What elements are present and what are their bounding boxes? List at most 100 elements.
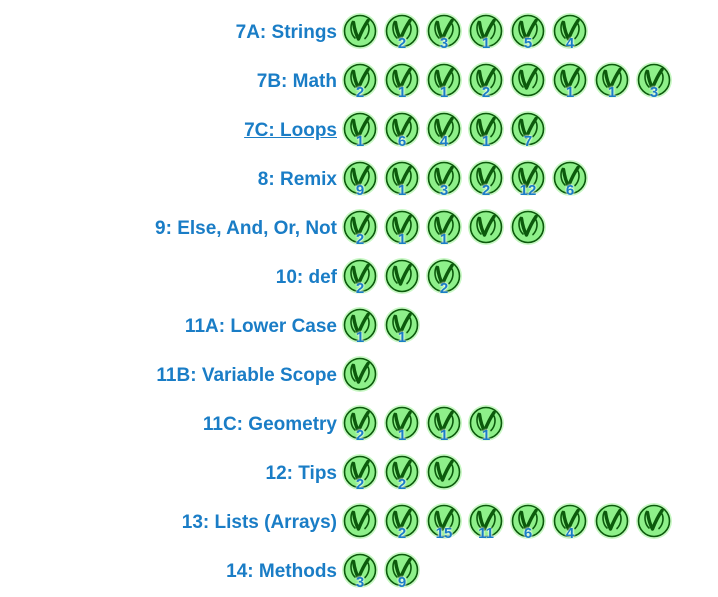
problem-badge[interactable] (341, 502, 379, 544)
lesson-title-link[interactable]: 8: Remix (258, 169, 337, 191)
lesson-title-link[interactable]: 7B: Math (257, 71, 337, 93)
problem-badge[interactable]: 6 (551, 159, 589, 201)
problem-badge[interactable]: 9 (341, 159, 379, 201)
problem-badge[interactable]: 9 (383, 551, 421, 593)
badge-count: 1 (397, 427, 407, 444)
lesson-row-11a-lower-case: 11A: Lower Case 1 1 (0, 302, 718, 351)
problem-badge[interactable] (593, 502, 631, 544)
lesson-title-link[interactable]: 14: Methods (226, 561, 337, 583)
lesson-title-link[interactable]: 10: def (276, 267, 337, 289)
problem-badge[interactable]: 2 (341, 208, 379, 250)
problem-badge[interactable]: 1 (467, 110, 505, 152)
lesson-row-7a-strings: 7A: Strings 2 3 1 5 4 (0, 8, 718, 57)
problem-badge[interactable] (341, 12, 379, 54)
problem-badge[interactable]: 2 (341, 257, 379, 299)
problem-badge[interactable]: 1 (593, 61, 631, 103)
badge-count: 1 (397, 84, 407, 101)
problem-badge[interactable]: 3 (425, 159, 463, 201)
problem-badge[interactable]: 1 (551, 61, 589, 103)
problem-badge[interactable]: 2 (425, 257, 463, 299)
problem-badge[interactable]: 2 (341, 404, 379, 446)
problem-badge[interactable]: 2 (467, 159, 505, 201)
badge-count: 1 (439, 84, 449, 101)
problem-badge[interactable] (467, 208, 505, 250)
problem-badge[interactable]: 6 (509, 502, 547, 544)
problem-badge[interactable]: 5 (509, 12, 547, 54)
lesson-row-7c-loops: 7C: Loops 1 6 4 1 7 (0, 106, 718, 155)
lesson-title-link[interactable]: 9: Else, And, Or, Not (155, 218, 337, 240)
problem-badge[interactable]: 3 (425, 12, 463, 54)
lesson-row-12-tips: 12: Tips 2 2 (0, 449, 718, 498)
badge-count: 1 (355, 133, 365, 150)
problem-badge[interactable] (341, 355, 379, 397)
problem-badge[interactable]: 1 (467, 12, 505, 54)
problem-badge[interactable]: 3 (341, 551, 379, 593)
problem-badge[interactable]: 1 (383, 208, 421, 250)
lesson-title-link[interactable]: 7A: Strings (236, 22, 337, 44)
problem-badge[interactable]: 6 (383, 110, 421, 152)
badge-count: 6 (397, 133, 407, 150)
badge-count: 3 (439, 35, 449, 52)
problem-badge[interactable]: 1 (467, 404, 505, 446)
badge-count: 9 (397, 574, 407, 591)
checkmark-circle-icon (342, 13, 378, 49)
problem-badge[interactable]: 1 (383, 159, 421, 201)
problem-badge[interactable]: 12 (509, 159, 547, 201)
problem-badge[interactable]: 1 (425, 404, 463, 446)
problem-badge[interactable]: 2 (383, 502, 421, 544)
lesson-title-link[interactable]: 11C: Geometry (203, 414, 337, 436)
problem-badge[interactable]: 1 (341, 110, 379, 152)
badge-count: 1 (397, 231, 407, 248)
problem-badge[interactable]: 4 (551, 502, 589, 544)
lesson-row-14-methods: 14: Methods 3 9 (0, 547, 718, 596)
badge-count: 4 (565, 35, 575, 52)
lesson-title-link[interactable]: 11B: Variable Scope (156, 365, 337, 387)
badge-count: 9 (355, 182, 365, 199)
problem-badge[interactable]: 4 (425, 110, 463, 152)
badge-count: 1 (481, 35, 491, 52)
badge-count: 2 (481, 182, 491, 199)
badge-count: 2 (355, 84, 365, 101)
lesson-title-link[interactable]: 12: Tips (266, 463, 337, 485)
problem-badge[interactable]: 2 (341, 61, 379, 103)
lesson-title-link[interactable]: 7C: Loops (244, 120, 337, 142)
problem-badge[interactable]: 3 (635, 61, 673, 103)
problem-badge[interactable] (635, 502, 673, 544)
lesson-title-link[interactable]: 13: Lists (Arrays) (182, 512, 337, 534)
badge-count: 2 (355, 476, 365, 493)
badge-count: 5 (523, 35, 533, 52)
lesson-title-link[interactable]: 11A: Lower Case (185, 316, 337, 338)
badge-count: 1 (355, 329, 365, 346)
problem-badge[interactable]: 2 (383, 12, 421, 54)
problem-badge[interactable]: 1 (341, 306, 379, 348)
problem-badge[interactable]: 15 (425, 502, 463, 544)
problem-badge[interactable]: 2 (383, 453, 421, 495)
problem-badge[interactable] (509, 61, 547, 103)
badge-count: 2 (397, 476, 407, 493)
badge-count: 1 (397, 329, 407, 346)
badge-count: 2 (355, 280, 365, 297)
checkmark-circle-icon (342, 356, 378, 392)
problem-badge[interactable]: 2 (467, 61, 505, 103)
lesson-row-11b-variable-scope: 11B: Variable Scope (0, 351, 718, 400)
problem-badge[interactable]: 1 (383, 61, 421, 103)
problem-badge[interactable]: 1 (425, 208, 463, 250)
badge-count: 2 (397, 525, 407, 542)
badge-count: 1 (439, 231, 449, 248)
problem-badge[interactable] (383, 257, 421, 299)
problem-badge[interactable]: 1 (383, 404, 421, 446)
badge-count: 7 (523, 133, 533, 150)
problem-badge[interactable]: 11 (467, 502, 505, 544)
badge-count: 1 (397, 182, 407, 199)
badge-count: 6 (565, 182, 575, 199)
problem-badge[interactable] (509, 208, 547, 250)
problem-badge[interactable] (425, 453, 463, 495)
badge-count: 1 (481, 133, 491, 150)
problem-badge[interactable]: 4 (551, 12, 589, 54)
checkmark-circle-icon (636, 503, 672, 539)
problem-badge[interactable]: 2 (341, 453, 379, 495)
problem-badge[interactable]: 7 (509, 110, 547, 152)
problem-badge[interactable]: 1 (425, 61, 463, 103)
problem-badge[interactable]: 1 (383, 306, 421, 348)
badge-count: 15 (435, 525, 453, 542)
